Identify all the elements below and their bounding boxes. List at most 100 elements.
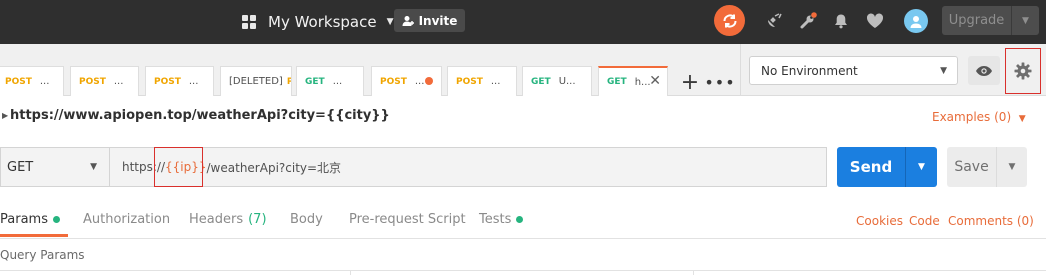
heart-icon xyxy=(866,13,884,28)
environment-quick-look-button[interactable] xyxy=(968,56,1000,85)
notifications-button[interactable] xyxy=(830,10,852,32)
tab-name: ... xyxy=(490,76,501,87)
request-tab[interactable]: GET ... xyxy=(296,66,364,96)
request-tab[interactable]: POST ... xyxy=(145,66,214,96)
sync-button[interactable] xyxy=(714,5,745,36)
add-tab-button[interactable]: + xyxy=(676,68,704,96)
cookies-link[interactable]: Cookies xyxy=(856,214,903,228)
workspace-label: My Workspace xyxy=(268,13,377,31)
wrench-icon xyxy=(800,12,817,29)
headers-count: (7) xyxy=(248,212,267,227)
method-select[interactable]: GET ▼ xyxy=(0,147,110,187)
tab-prerequest-label: Pre-request Script xyxy=(349,212,466,227)
tab-authorization[interactable]: Authorization xyxy=(83,212,170,227)
tab-params-label: Params xyxy=(0,212,48,227)
avatar[interactable] xyxy=(904,9,928,33)
status-dot-icon xyxy=(52,216,60,223)
bell-icon xyxy=(835,14,847,29)
caret-down-icon: ▼ xyxy=(90,162,97,172)
tab-method: POST xyxy=(154,76,181,87)
favorites-button[interactable] xyxy=(864,10,886,32)
tab-name: ... xyxy=(113,76,124,87)
tab-body-label: Body xyxy=(290,212,323,227)
upgrade-button[interactable]: Upgrade ▼ xyxy=(942,6,1039,35)
tab-headers-label: Headers xyxy=(189,212,244,227)
tab-name: h... xyxy=(634,76,651,88)
tab-method: POST xyxy=(79,76,106,87)
tab-method: GET xyxy=(531,76,551,87)
divider xyxy=(0,270,1046,271)
tab-body[interactable]: Body xyxy=(290,212,323,227)
caret-down-icon: ▼ xyxy=(386,17,394,27)
request-tab[interactable]: POST ... xyxy=(0,66,64,96)
url-variable: {{ip}} xyxy=(165,160,207,174)
caret-down-icon[interactable]: ▼ xyxy=(1012,6,1039,35)
workspace-grid-icon xyxy=(242,15,256,29)
manage-environments-button[interactable] xyxy=(1005,48,1041,94)
tab-method: GET xyxy=(305,76,325,87)
request-tab[interactable]: POST ... xyxy=(371,66,442,96)
more-icon: ••• xyxy=(704,72,736,92)
request-tabs-bar: POST ... POST ... POST ... [DELETED] P G… xyxy=(0,44,740,96)
tab-method: GET xyxy=(607,77,627,87)
request-tab[interactable]: POST ... xyxy=(70,66,139,96)
invite-button[interactable]: Invite xyxy=(394,9,465,32)
status-dot-icon xyxy=(516,216,524,223)
request-tab[interactable]: GET U... xyxy=(522,66,592,96)
code-link[interactable]: Code xyxy=(909,214,940,228)
expand-arrow-icon[interactable]: ▶ xyxy=(2,111,8,120)
close-icon[interactable]: ✕ xyxy=(649,73,661,89)
invite-label: Invite xyxy=(418,13,458,28)
tab-name: ... xyxy=(414,76,425,87)
tab-name: ... xyxy=(39,76,50,87)
table-column-divider xyxy=(350,270,351,275)
caret-down-icon[interactable]: ▼ xyxy=(997,147,1027,187)
tab-method: POST xyxy=(5,76,32,87)
tab-authorization-label: Authorization xyxy=(83,212,171,227)
tab-method: [DELETED] xyxy=(229,76,283,87)
tab-tests-label: Tests xyxy=(479,212,512,227)
tab-params[interactable]: Params xyxy=(0,212,60,227)
caret-down-icon: ▼ xyxy=(940,65,947,76)
url-input[interactable]: https://{{ip}}/weatherApi?city=北京 xyxy=(109,147,827,187)
settings-tool-button[interactable] xyxy=(797,10,819,32)
request-tab[interactable]: POST ... xyxy=(447,66,517,96)
more-tabs-button[interactable]: ••• xyxy=(704,68,736,96)
request-title-bar: ▶ https://www.apiopen.top/weatherApi?cit… xyxy=(0,104,1046,130)
caret-down-icon[interactable]: ▼ xyxy=(906,147,937,187)
comments-link[interactable]: Comments (0) xyxy=(948,214,1034,228)
tab-method: POST xyxy=(380,76,407,87)
gear-icon xyxy=(1014,62,1032,80)
tab-tests[interactable]: Tests xyxy=(479,212,524,227)
examples-dropdown[interactable]: Examples (0) ▼ xyxy=(932,110,1026,124)
environment-select[interactable]: No Environment ▼ xyxy=(749,56,958,85)
tab-pre-request-script[interactable]: Pre-request Script xyxy=(349,212,466,227)
eye-icon xyxy=(976,65,992,76)
workspace-switcher[interactable]: My Workspace ▼ xyxy=(242,10,394,34)
user-avatar-icon xyxy=(910,16,922,28)
save-label: Save xyxy=(947,147,997,187)
plus-icon: + xyxy=(680,69,700,95)
method-value: GET xyxy=(7,159,34,175)
satellite-icon xyxy=(768,13,782,27)
url-suffix: /weatherApi?city=北京 xyxy=(206,160,342,175)
sync-icon xyxy=(722,14,737,27)
invite-user-icon xyxy=(402,15,414,26)
top-bar: My Workspace ▼ Invite Upgrade ▼ xyxy=(0,0,1046,44)
caret-down-icon: ▼ xyxy=(1018,114,1026,124)
tab-name: ... xyxy=(332,76,343,87)
postman-window: My Workspace ▼ Invite Upgrade ▼ POST ...… xyxy=(0,0,1046,275)
save-button[interactable]: Save ▼ xyxy=(947,147,1027,187)
tab-method: POST xyxy=(456,76,483,87)
tab-headers[interactable]: Headers (7) xyxy=(189,212,267,227)
active-tab-underline xyxy=(0,234,68,237)
send-label: Send xyxy=(837,147,906,187)
environment-selected: No Environment xyxy=(761,63,858,78)
tab-name: ... xyxy=(188,76,199,87)
table-column-divider xyxy=(693,270,694,275)
send-button[interactable]: Send ▼ xyxy=(837,147,937,187)
interceptor-button[interactable] xyxy=(763,10,785,32)
request-tab-active[interactable]: GET h... ✕ xyxy=(598,66,668,96)
request-tab[interactable]: [DELETED] P xyxy=(220,66,292,96)
unsaved-dot-icon xyxy=(425,77,433,85)
